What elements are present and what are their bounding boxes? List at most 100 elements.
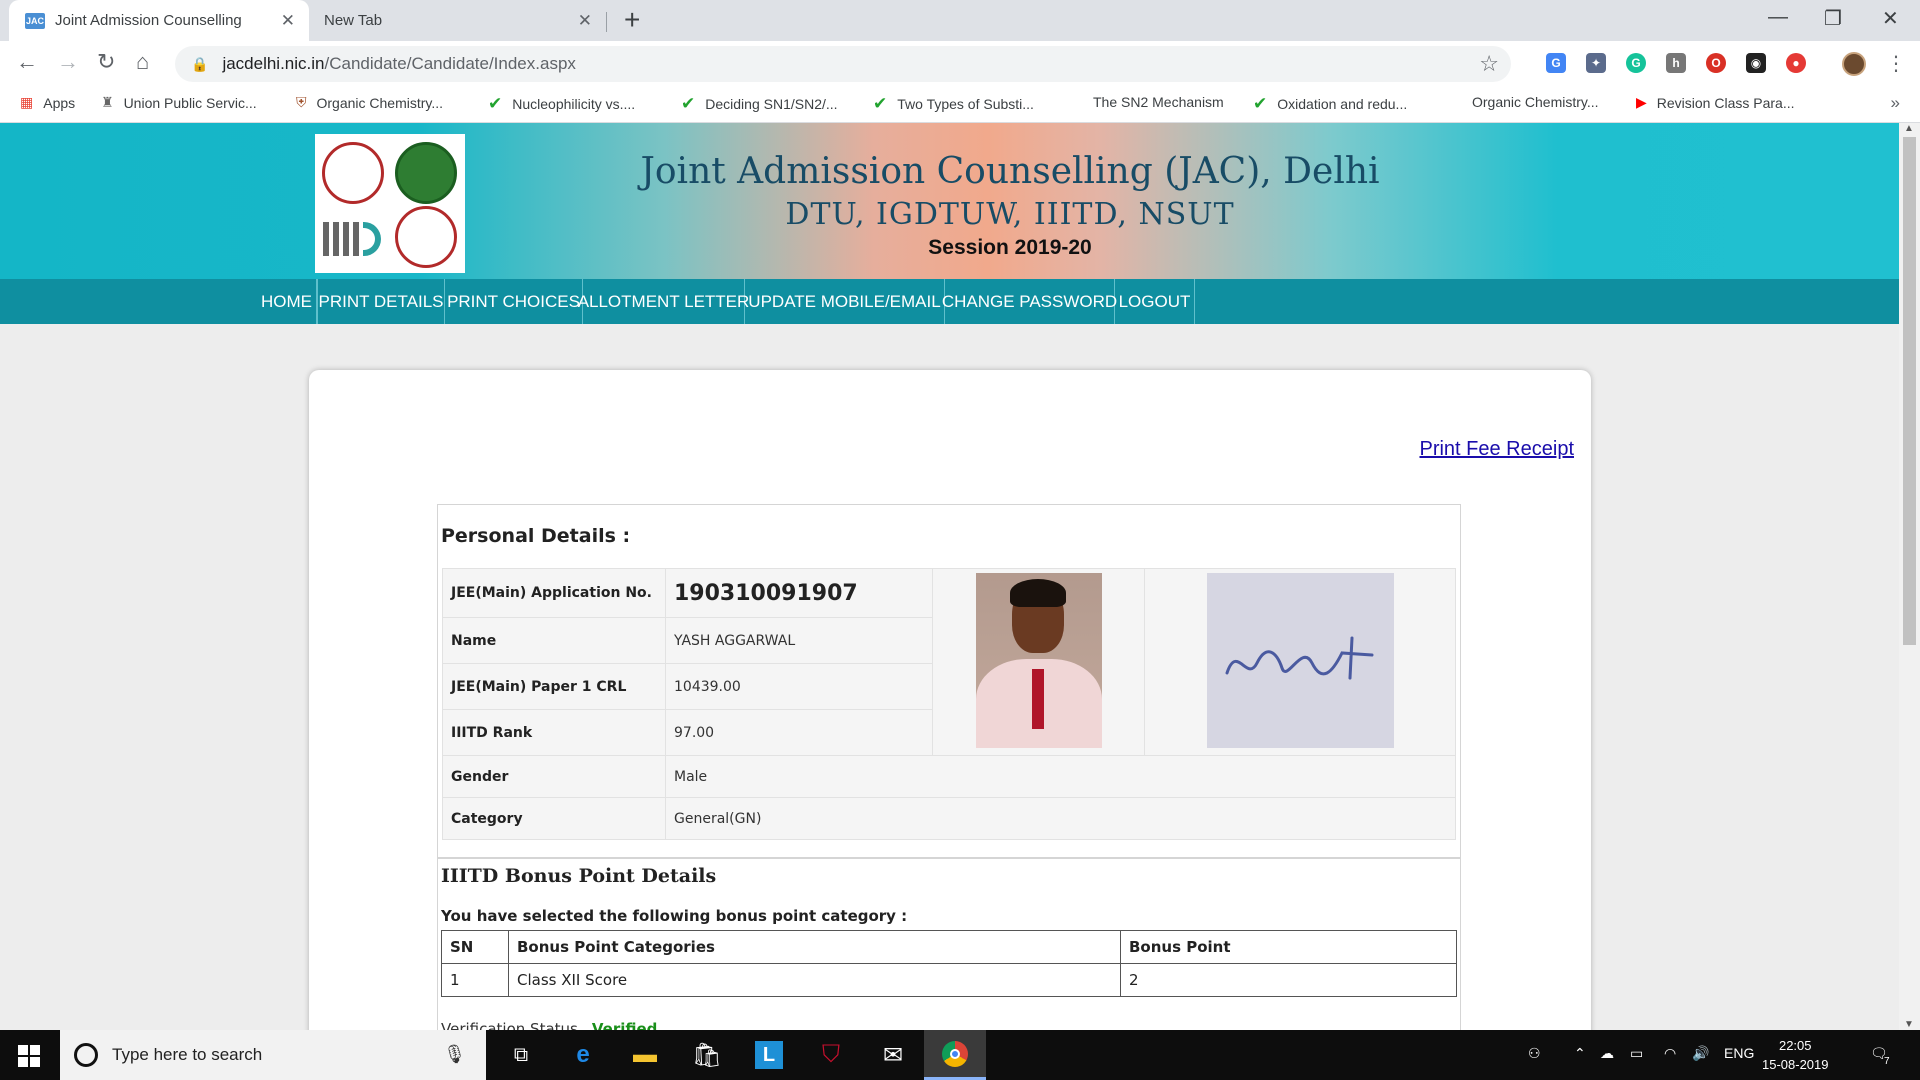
notification-count: 7 — [1884, 1056, 1890, 1067]
new-tab-button[interactable]: + — [624, 4, 640, 36]
nav-change-password[interactable]: CHANGE PASSWORD — [942, 279, 1117, 324]
scroll-up-arrow-icon[interactable]: ▲ — [1904, 123, 1914, 134]
store-icon[interactable]: 🛍 — [676, 1030, 738, 1080]
candidate-details-panel: Personal Details : JEE(Main) Application… — [437, 504, 1461, 1030]
photo-cell — [932, 568, 1145, 756]
minimize-button[interactable]: — — [1768, 6, 1788, 29]
taskbar-search-box[interactable]: Type here to search 🎙 — [60, 1030, 486, 1080]
header-banner: Joint Admission Counselling (JAC), Delhi… — [0, 123, 1899, 279]
close-icon[interactable]: ✕ — [578, 11, 592, 31]
content-card: Print Fee Receipt Personal Details : JEE… — [309, 370, 1591, 1030]
nav-home[interactable]: HOME — [257, 279, 317, 324]
windows-start-icon[interactable] — [18, 1045, 40, 1067]
edge-icon[interactable]: e — [552, 1030, 614, 1080]
extension-glasses-icon[interactable]: ◉ — [1746, 53, 1766, 73]
check-icon: ✔ — [873, 94, 888, 113]
address-bar[interactable]: 🔒 jacdelhi.nic.in /Candidate/Candidate/I… — [175, 46, 1511, 82]
task-view-icon[interactable]: ⧉ — [490, 1030, 552, 1080]
bookmark-label: Nucleophilicity vs.... — [512, 96, 636, 112]
tab-divider — [606, 12, 607, 32]
app-l-icon[interactable]: L — [738, 1030, 800, 1080]
bookmark-label: The SN2 Mechanism — [1093, 94, 1224, 110]
language-indicator[interactable]: ENG — [1724, 1045, 1754, 1061]
dtu-logo-icon — [322, 142, 384, 204]
verification-value: Verified — [591, 1020, 658, 1030]
clock-date: 15-08-2019 — [1762, 1057, 1829, 1072]
nav-logout[interactable]: LOGOUT — [1115, 279, 1195, 324]
emblem-icon: ♜ — [101, 94, 114, 110]
scroll-down-arrow-icon[interactable]: ▼ — [1904, 1019, 1914, 1030]
table-header-row: SN Bonus Point Categories Bonus Point — [441, 930, 1457, 964]
tray-chevron-icon[interactable]: ⌃ — [1574, 1045, 1586, 1062]
page-scrollbar[interactable]: ▲ ▼ — [1899, 123, 1920, 1030]
back-arrow-icon[interactable]: ← — [16, 49, 38, 75]
tab-new-tab[interactable]: New Tab ✕ — [310, 0, 606, 41]
url-host: jacdelhi.nic.in — [222, 54, 325, 73]
bookmark-star-icon[interactable]: ☆ — [1479, 51, 1499, 77]
iiitd-logo-icon — [323, 222, 383, 256]
forward-arrow-icon[interactable]: → — [57, 49, 79, 75]
profile-avatar[interactable] — [1842, 52, 1866, 76]
volume-icon[interactable]: 🔊 — [1692, 1045, 1709, 1062]
nav-allotment-letter[interactable]: ALLOTMENT LETTER — [578, 279, 749, 324]
app-no-label: JEE(Main) Application No. — [442, 568, 666, 618]
battery-icon[interactable]: ▭ — [1630, 1045, 1643, 1062]
personal-details-table: JEE(Main) Application No. 190310091907 N… — [442, 568, 1456, 840]
apps-grid-icon: ▦ — [20, 94, 34, 110]
nav-print-details[interactable]: PRINT DETAILS — [317, 279, 445, 324]
bookmark-substitution[interactable]: ✔ Two Types of Substi... — [873, 94, 1034, 114]
table-row: Category General(GN) — [442, 797, 1456, 840]
extension-translate-icon[interactable]: G — [1546, 53, 1566, 73]
file-explorer-icon[interactable]: ▬ — [614, 1030, 676, 1080]
wifi-icon[interactable]: ◠ — [1664, 1045, 1676, 1062]
extension-puzzle-icon[interactable]: ✦ — [1586, 53, 1606, 73]
extension-record-icon[interactable]: ● — [1786, 53, 1806, 73]
home-icon[interactable]: ⌂ — [136, 49, 149, 75]
lock-icon: 🔒 — [191, 55, 209, 72]
bookmark-sn2[interactable]: The SN2 Mechanism — [1093, 94, 1224, 110]
nav-update-mobile-email[interactable]: UPDATE MOBILE/EMAIL — [745, 279, 945, 324]
grammarly-icon[interactable]: G — [1626, 53, 1646, 73]
mail-icon[interactable]: ✉ — [862, 1030, 924, 1080]
reload-icon[interactable]: ↻ — [97, 49, 115, 75]
chrome-icon[interactable] — [924, 1030, 986, 1080]
bookmark-organic-chem-1[interactable]: ⛨ Organic Chemistry... — [296, 94, 443, 111]
scrollbar-thumb[interactable] — [1903, 137, 1916, 645]
bookmark-organic-chem-2[interactable]: Organic Chemistry... — [1472, 94, 1599, 110]
col-sn: SN — [441, 930, 509, 964]
onedrive-icon[interactable]: ☁ — [1600, 1045, 1614, 1062]
bookmark-apps[interactable]: ▦ Apps — [20, 94, 75, 111]
print-fee-receipt-link[interactable]: Print Fee Receipt — [1419, 438, 1574, 461]
microphone-icon[interactable]: 🎙 — [443, 1044, 466, 1065]
gender-label: Gender — [442, 755, 666, 798]
menu-kebab-icon[interactable]: ⋮ — [1886, 51, 1906, 76]
tab-jac[interactable]: JAC Joint Admission Counselling ✕ — [9, 0, 309, 41]
bookmark-nucleophilicity[interactable]: ✔ Nucleophilicity vs.... — [488, 94, 635, 114]
bookmark-oxidation[interactable]: ✔ Oxidation and redu... — [1253, 94, 1407, 114]
bookmarks-overflow-icon[interactable]: » — [1891, 93, 1900, 113]
tab-title: New Tab — [324, 12, 383, 29]
restore-button[interactable]: ❐ — [1824, 6, 1842, 31]
window-close-button[interactable]: ✕ — [1882, 6, 1899, 31]
bookmark-upsc[interactable]: ♜ Union Public Servic... — [101, 94, 257, 111]
crest-icon: ⛨ — [296, 94, 307, 110]
check-icon: ✔ — [681, 94, 696, 113]
nav-print-choices[interactable]: PRINT CHOICES — [445, 279, 583, 324]
nsut-logo-icon — [395, 206, 457, 268]
bookmark-revision-class[interactable]: ▶ Revision Class Para... — [1636, 94, 1795, 111]
bookmark-deciding-sn[interactable]: ✔ Deciding SN1/SN2/... — [681, 94, 838, 114]
bonus-subheading: You have selected the following bonus po… — [441, 907, 908, 925]
extension-opera-icon[interactable]: O — [1706, 53, 1726, 73]
extension-h-icon[interactable]: h — [1666, 53, 1686, 73]
people-icon[interactable]: ⚇ — [1528, 1045, 1541, 1062]
check-icon: ✔ — [488, 94, 503, 113]
system-clock[interactable]: 22:05 15-08-2019 — [1762, 1036, 1829, 1074]
tab-strip: JAC Joint Admission Counselling ✕ New Ta… — [0, 0, 1920, 41]
youtube-icon: ▶ — [1636, 94, 1647, 110]
mcafee-icon[interactable]: ⛉ — [800, 1030, 862, 1080]
cell-bonus: 2 — [1120, 963, 1457, 997]
close-icon[interactable]: ✕ — [281, 11, 295, 31]
cortana-icon — [74, 1043, 98, 1067]
page-title: Joint Admission Counselling (JAC), Delhi — [640, 151, 1380, 192]
bookmark-label: Revision Class Para... — [1656, 94, 1795, 111]
